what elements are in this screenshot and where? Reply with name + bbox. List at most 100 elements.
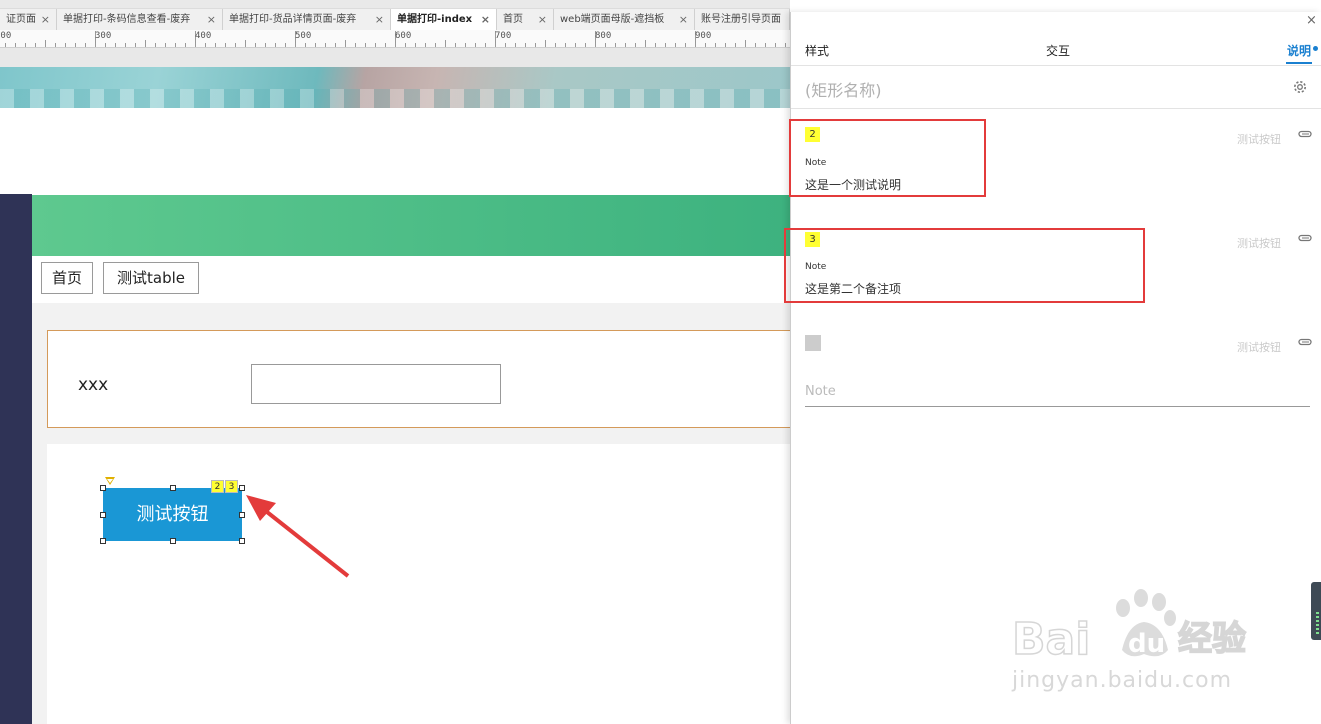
ruler-tick bbox=[745, 40, 746, 47]
tab-label: 单据打印-条码信息查看-废弃 bbox=[63, 14, 191, 25]
ruler-tick bbox=[165, 43, 166, 47]
tab-label: 单据打印-货品详情页面-废弃 bbox=[229, 14, 357, 25]
gear-icon[interactable] bbox=[1292, 79, 1308, 95]
tab-close-icon[interactable]: × bbox=[679, 9, 688, 30]
left-sidebar bbox=[0, 194, 32, 724]
ruler-tick bbox=[205, 43, 206, 47]
ruler-tick bbox=[245, 40, 246, 47]
ruler-tick bbox=[775, 43, 776, 47]
tab-close-icon[interactable]: × bbox=[41, 9, 50, 30]
ruler-tick bbox=[45, 40, 46, 47]
ruler-tick bbox=[435, 43, 436, 47]
tab-interaction[interactable]: 交互 bbox=[1046, 42, 1070, 59]
empty-note-marker bbox=[805, 335, 821, 351]
ruler-tick bbox=[625, 43, 626, 47]
ruler-tick bbox=[125, 43, 126, 47]
document-tab[interactable]: 单据打印-index × bbox=[391, 9, 497, 30]
ruler-tick bbox=[675, 43, 676, 47]
paperclip-icon[interactable] bbox=[1298, 338, 1312, 346]
ruler-tick bbox=[185, 43, 186, 47]
nav-button-test-table[interactable]: 测试table bbox=[103, 262, 199, 294]
marker-triangle-inner bbox=[107, 479, 113, 483]
ruler-tick bbox=[555, 43, 556, 47]
ruler-tick bbox=[365, 43, 366, 47]
annotation-arrow-icon bbox=[246, 495, 350, 578]
text-input[interactable] bbox=[251, 364, 501, 404]
toolbar-strip bbox=[0, 0, 790, 9]
active-tab-underline bbox=[1286, 62, 1312, 64]
horizontal-ruler: 200 300 400 500 600 700 800 900 bbox=[0, 30, 790, 48]
ruler-tick bbox=[575, 43, 576, 47]
document-tab[interactable]: 账号注册引导页面 bbox=[695, 9, 790, 30]
ruler-tick bbox=[105, 43, 106, 47]
resize-handle-l[interactable] bbox=[100, 512, 106, 518]
paperclip-icon[interactable] bbox=[1298, 234, 1312, 242]
resize-handle-t[interactable] bbox=[170, 485, 176, 491]
ruler-tick bbox=[735, 43, 736, 47]
note-badge-2[interactable]: 2 bbox=[211, 480, 224, 493]
new-note-input[interactable]: Note bbox=[805, 384, 836, 399]
ruler-tick bbox=[545, 40, 546, 47]
ruler-tick bbox=[465, 43, 466, 47]
ruler-tick bbox=[15, 43, 16, 47]
banner-image bbox=[0, 67, 790, 108]
ruler-label: 300 bbox=[95, 31, 112, 41]
ruler-tick bbox=[25, 43, 26, 47]
ruler-tick bbox=[135, 43, 136, 47]
ruler-tick bbox=[515, 43, 516, 47]
ruler-tick bbox=[525, 43, 526, 47]
resize-handle-b[interactable] bbox=[170, 538, 176, 544]
ruler-tick bbox=[235, 43, 236, 47]
ruler-tick bbox=[535, 43, 536, 47]
tab-label: 账号注册引导页面 bbox=[701, 14, 781, 25]
tab-close-icon[interactable]: × bbox=[481, 9, 490, 30]
ruler-tick bbox=[305, 43, 306, 47]
document-tab[interactable]: 证页面 × bbox=[0, 9, 57, 30]
ruler-tick bbox=[505, 43, 506, 47]
tab-label: 首页 bbox=[503, 14, 523, 25]
ruler-tick bbox=[315, 43, 316, 47]
ruler-tick bbox=[225, 43, 226, 47]
ruler-tick bbox=[785, 43, 786, 47]
side-widget[interactable] bbox=[1311, 582, 1321, 640]
ruler-tick bbox=[155, 43, 156, 47]
tab-close-icon[interactable]: × bbox=[207, 9, 216, 30]
document-tab[interactable]: 单据打印-货品详情页面-废弃 × bbox=[223, 9, 391, 30]
paperclip-icon[interactable] bbox=[1298, 130, 1312, 138]
document-tab[interactable]: web端页面母版-遮挡板 × bbox=[554, 9, 695, 30]
panel-close-icon[interactable]: × bbox=[1306, 13, 1317, 28]
ruler-tick bbox=[355, 43, 356, 47]
resize-handle-tl[interactable] bbox=[100, 485, 106, 491]
input-underline bbox=[805, 406, 1310, 407]
document-tab[interactable]: 首页 × bbox=[497, 9, 554, 30]
ruler-tick bbox=[685, 43, 686, 47]
test-button[interactable]: 测试按钮 bbox=[103, 488, 242, 541]
ruler-label: 700 bbox=[495, 31, 512, 41]
tab-close-icon[interactable]: × bbox=[375, 9, 384, 30]
ruler-tick bbox=[115, 43, 116, 47]
tab-close-icon[interactable]: × bbox=[538, 9, 547, 30]
divider bbox=[791, 108, 1321, 109]
ruler-tick bbox=[215, 43, 216, 47]
ruler-tick bbox=[255, 43, 256, 47]
note-badge-3[interactable]: 3 bbox=[225, 480, 238, 493]
notes-indicator-dot bbox=[1313, 46, 1318, 51]
note-widget-name: 测试按钮 bbox=[1237, 133, 1281, 146]
tab-style[interactable]: 样式 bbox=[805, 42, 829, 59]
shape-name-input[interactable]: (矩形名称) bbox=[805, 77, 882, 101]
ruler-tick bbox=[605, 43, 606, 47]
ruler-tick bbox=[755, 43, 756, 47]
ruler-tick bbox=[665, 43, 666, 47]
svg-text:经验: 经验 bbox=[1178, 619, 1246, 659]
resize-handle-bl[interactable] bbox=[100, 538, 106, 544]
widget-area bbox=[47, 444, 790, 724]
document-tab-bar: 证页面 × 单据打印-条码信息查看-废弃 × 单据打印-货品详情页面-废弃 × 单据打印-i… bbox=[0, 0, 790, 31]
ruler-tick bbox=[615, 43, 616, 47]
annotation-highlight-box bbox=[789, 119, 986, 197]
document-tab[interactable]: 单据打印-条码信息查看-废弃 × bbox=[57, 9, 223, 30]
ruler-label: 200 bbox=[0, 31, 12, 41]
tab-notes[interactable]: 说明 bbox=[1287, 42, 1311, 59]
ruler-tick bbox=[285, 43, 286, 47]
nav-button-home[interactable]: 首页 bbox=[41, 262, 93, 294]
note-widget-name: 测试按钮 bbox=[1237, 341, 1281, 354]
